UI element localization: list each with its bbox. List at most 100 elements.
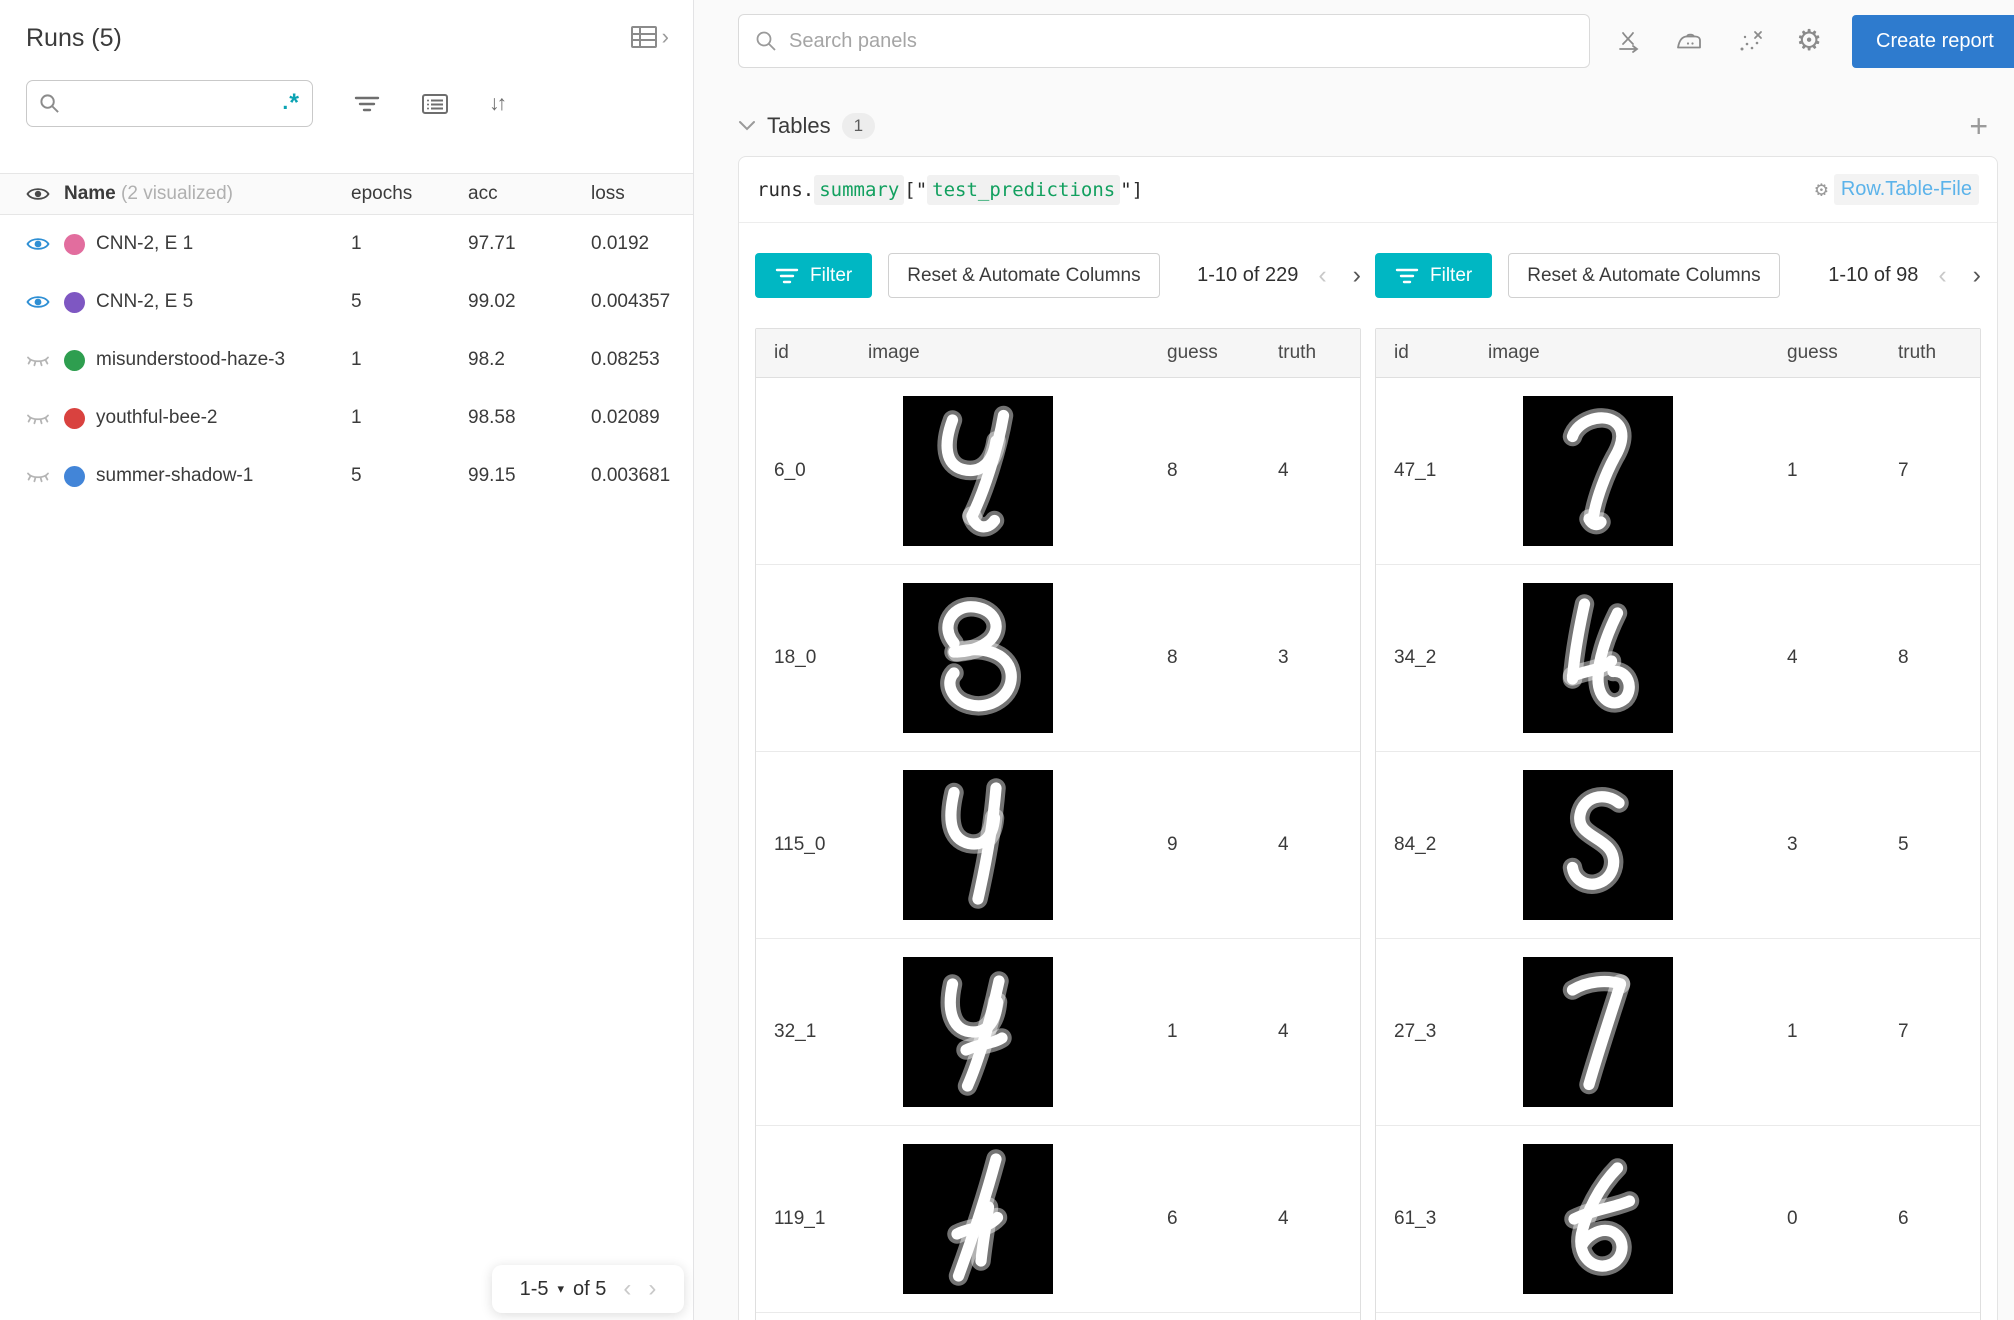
table-row: 34_2 4 8 bbox=[1376, 565, 1980, 752]
cell-image[interactable] bbox=[853, 396, 1141, 546]
row-table-file-link[interactable]: Row.Table-File bbox=[1834, 174, 1979, 205]
data-table: id image guess truth 47_1 1 7 34_2 4 8 8… bbox=[1375, 328, 1981, 1320]
expression-close: "] bbox=[1120, 179, 1143, 201]
expression-open: [" bbox=[904, 179, 927, 201]
runs-list: CNN-2, E 1 1 97.71 0.0192 CNN-2, E 5 5 9… bbox=[0, 215, 693, 505]
expression-prefix: runs. bbox=[757, 179, 814, 201]
run-list-item[interactable]: CNN-2, E 1 1 97.71 0.0192 bbox=[0, 215, 693, 273]
table-grid-icon bbox=[630, 24, 660, 50]
column-guess[interactable]: guess bbox=[1761, 342, 1876, 364]
cell-truth: 3 bbox=[1256, 647, 1360, 669]
cell-image[interactable] bbox=[853, 1144, 1141, 1294]
runs-column-acc[interactable]: acc bbox=[468, 183, 591, 205]
cell-image[interactable] bbox=[853, 583, 1141, 733]
cell-id: 119_1 bbox=[756, 1208, 853, 1230]
runs-table-expand-button[interactable]: › bbox=[630, 24, 669, 50]
cell-id: 115_0 bbox=[756, 834, 853, 856]
runs-column-name[interactable]: Name (2 visualized) bbox=[64, 183, 351, 205]
panel-search-box[interactable] bbox=[738, 14, 1590, 68]
run-loss: 0.004357 bbox=[591, 291, 693, 313]
filter-icon bbox=[775, 268, 799, 284]
next-page-button[interactable]: › bbox=[648, 1277, 656, 1301]
visibility-eye-closed-icon[interactable] bbox=[26, 406, 50, 430]
digit-4-hook-image bbox=[903, 957, 1053, 1107]
regex-toggle-icon[interactable]: .* bbox=[282, 89, 300, 118]
filter-runs-button[interactable] bbox=[353, 94, 381, 114]
caret-down-icon[interactable]: ▾ bbox=[558, 1281, 565, 1297]
cell-guess: 1 bbox=[1761, 1021, 1876, 1043]
run-name: summer-shadow-1 bbox=[96, 465, 351, 487]
smoothing-button[interactable] bbox=[1674, 28, 1704, 54]
runs-column-epochs[interactable]: epochs bbox=[351, 183, 468, 205]
chevron-right-icon: › bbox=[662, 26, 669, 48]
run-color-dot bbox=[64, 234, 85, 255]
workspace-settings-button[interactable]: ⚙ bbox=[1796, 27, 1822, 56]
panel-gear-icon[interactable]: ⚙ bbox=[1815, 179, 1828, 200]
visibility-eye-closed-icon[interactable] bbox=[26, 464, 50, 488]
cell-image[interactable] bbox=[1473, 1144, 1761, 1294]
outliers-button[interactable] bbox=[1736, 27, 1764, 55]
table-next-page-button[interactable]: › bbox=[1973, 263, 1981, 288]
visibility-eye-closed-icon[interactable] bbox=[26, 348, 50, 372]
x-axis-settings-button[interactable] bbox=[1616, 28, 1642, 54]
run-list-item[interactable]: summer-shadow-1 5 99.15 0.003681 bbox=[0, 447, 693, 505]
create-report-button[interactable]: Create report bbox=[1852, 15, 2014, 68]
cell-image[interactable] bbox=[1473, 396, 1761, 546]
table-next-page-button[interactable]: › bbox=[1353, 263, 1361, 288]
cell-image[interactable] bbox=[1473, 957, 1761, 1107]
search-icon bbox=[39, 93, 60, 114]
panel-search-input[interactable] bbox=[789, 30, 1573, 53]
expression-fn: summary bbox=[814, 175, 904, 205]
column-truth[interactable]: truth bbox=[1256, 342, 1360, 364]
columns-settings-button[interactable] bbox=[421, 93, 449, 115]
digit-4-curly-image bbox=[903, 396, 1053, 546]
filter-button[interactable]: Filter bbox=[755, 253, 872, 298]
cell-image[interactable] bbox=[1473, 583, 1761, 733]
cell-guess: 4 bbox=[1761, 647, 1876, 669]
visibility-eye-open-icon[interactable] bbox=[26, 290, 50, 314]
runs-pagination: 1-5 ▾ of 5 ‹ › bbox=[492, 1265, 684, 1313]
runs-search-input[interactable] bbox=[68, 93, 282, 115]
digit-7-curve-image bbox=[1523, 396, 1673, 546]
table-body: 47_1 1 7 34_2 4 8 84_2 3 5 27_3 1 7 61_3… bbox=[1376, 378, 1980, 1320]
cell-id: 34_2 bbox=[1376, 647, 1473, 669]
panel-expression-bar[interactable]: runs.summary["test_predictions"] ⚙ Row.T… bbox=[739, 157, 1997, 223]
column-image[interactable]: image bbox=[1473, 342, 1761, 364]
column-id[interactable]: id bbox=[756, 342, 853, 364]
table-prev-page-button[interactable]: ‹ bbox=[1318, 263, 1326, 288]
chevron-down-icon[interactable] bbox=[738, 120, 756, 132]
cell-image[interactable] bbox=[853, 957, 1141, 1107]
table-body: 6_0 8 4 18_0 8 3 115_0 9 4 32_1 1 4 119_… bbox=[756, 378, 1360, 1320]
run-color-dot bbox=[64, 350, 85, 371]
runs-search-box[interactable]: .* bbox=[26, 80, 313, 127]
prev-page-button[interactable]: ‹ bbox=[623, 1277, 631, 1301]
filter-icon bbox=[1395, 268, 1419, 284]
table-row: 27_3 1 7 bbox=[1376, 939, 1980, 1126]
sort-runs-button[interactable]: ↓↑ bbox=[489, 92, 504, 116]
cell-image[interactable] bbox=[1473, 770, 1761, 920]
run-list-item[interactable]: youthful-bee-2 1 98.58 0.02089 bbox=[0, 389, 693, 447]
run-loss: 0.08253 bbox=[591, 349, 693, 371]
column-image[interactable]: image bbox=[853, 342, 1141, 364]
filter-button[interactable]: Filter bbox=[1375, 253, 1492, 298]
add-panel-button[interactable]: + bbox=[1969, 110, 1988, 142]
table-prev-page-button[interactable]: ‹ bbox=[1938, 263, 1946, 288]
table-row-partial bbox=[756, 1313, 1360, 1320]
cell-image[interactable] bbox=[853, 770, 1141, 920]
runs-page-range[interactable]: 1-5 bbox=[520, 1278, 549, 1301]
column-id[interactable]: id bbox=[1376, 342, 1473, 364]
runs-column-loss[interactable]: loss bbox=[591, 183, 693, 205]
filter-icon bbox=[353, 94, 381, 114]
visualized-count: (2 visualized) bbox=[121, 183, 233, 204]
column-guess[interactable]: guess bbox=[1141, 342, 1256, 364]
column-truth[interactable]: truth bbox=[1876, 342, 1980, 364]
run-list-item[interactable]: misunderstood-haze-3 1 98.2 0.08253 bbox=[0, 331, 693, 389]
visibility-eye-open-icon[interactable] bbox=[26, 232, 50, 256]
scatter-outlier-icon bbox=[1736, 27, 1764, 55]
digit-4-open-image bbox=[903, 770, 1053, 920]
cell-truth: 7 bbox=[1876, 460, 1980, 482]
reset-automate-columns-button[interactable]: Reset & Automate Columns bbox=[1508, 253, 1779, 298]
run-list-item[interactable]: CNN-2, E 5 5 99.02 0.004357 bbox=[0, 273, 693, 331]
tables-section-title[interactable]: Tables bbox=[767, 113, 831, 139]
reset-automate-columns-button[interactable]: Reset & Automate Columns bbox=[888, 253, 1159, 298]
